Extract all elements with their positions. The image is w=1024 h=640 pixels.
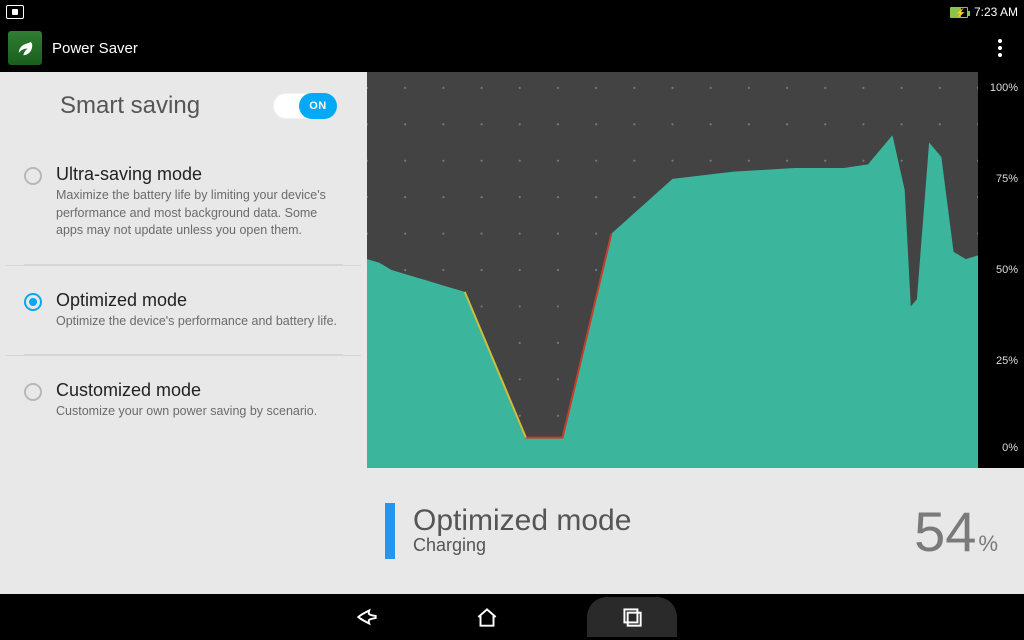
mode-title: Customized mode — [56, 380, 337, 401]
app-leaf-icon — [8, 31, 42, 65]
home-button[interactable] — [467, 597, 507, 637]
mode-ultra-saving[interactable]: Ultra-saving mode Maximize the battery l… — [6, 140, 361, 264]
current-mode-label: Optimized mode — [413, 506, 631, 536]
nav-bar — [0, 594, 1024, 640]
smart-saving-row: Smart saving ON — [0, 72, 367, 140]
overflow-menu-icon[interactable] — [984, 32, 1016, 64]
chart-svg — [367, 72, 978, 468]
mode-title: Optimized mode — [56, 290, 337, 311]
battery-chart: 100% 75% 50% 25% 0% — [367, 72, 1024, 468]
radio-customized[interactable] — [24, 383, 42, 401]
ytick: 75% — [996, 173, 1018, 185]
mode-optimized[interactable]: Optimized mode Optimize the device's per… — [6, 265, 361, 355]
battery-percent-value: 54 — [914, 499, 976, 564]
mode-customized[interactable]: Customized mode Customize your own power… — [6, 355, 361, 445]
ytick: 25% — [996, 355, 1018, 367]
back-button[interactable] — [347, 597, 387, 637]
mode-desc: Maximize the battery life by limiting yo… — [56, 187, 337, 240]
status-time: 7:23 AM — [974, 5, 1018, 19]
mode-title: Ultra-saving mode — [56, 164, 337, 185]
battery-percent: 54 % — [914, 499, 998, 564]
battery-percent-unit: % — [978, 531, 998, 557]
mode-desc: Customize your own power saving by scena… — [56, 403, 337, 421]
smart-saving-label: Smart saving — [30, 92, 273, 120]
current-status-label: Charging — [413, 535, 631, 556]
radio-optimized[interactable] — [24, 293, 42, 311]
ytick: 0% — [1002, 442, 1018, 454]
battery-charging-icon: ⚡ — [950, 7, 968, 18]
recent-apps-button[interactable] — [587, 597, 677, 637]
main-panel: 100% 75% 50% 25% 0% Optimized mode Charg… — [367, 72, 1024, 594]
app-title: Power Saver — [52, 40, 138, 57]
mode-desc: Optimize the device's performance and ba… — [56, 313, 337, 331]
app-bar: Power Saver — [0, 24, 1024, 72]
radio-ultra-saving[interactable] — [24, 167, 42, 185]
sidebar: Smart saving ON Ultra-saving mode Maximi… — [0, 72, 367, 594]
ytick: 50% — [996, 264, 1018, 276]
info-accent-bar — [385, 503, 395, 559]
toggle-state-label: ON — [299, 93, 337, 119]
status-bar: ⚡ 7:23 AM — [0, 0, 1024, 24]
ytick: 100% — [990, 82, 1018, 94]
chart-y-axis: 100% 75% 50% 25% 0% — [978, 72, 1024, 468]
screenshot-indicator-icon — [6, 5, 24, 19]
smart-saving-toggle[interactable]: ON — [273, 93, 337, 119]
info-bar: Optimized mode Charging 54 % — [367, 468, 1024, 594]
